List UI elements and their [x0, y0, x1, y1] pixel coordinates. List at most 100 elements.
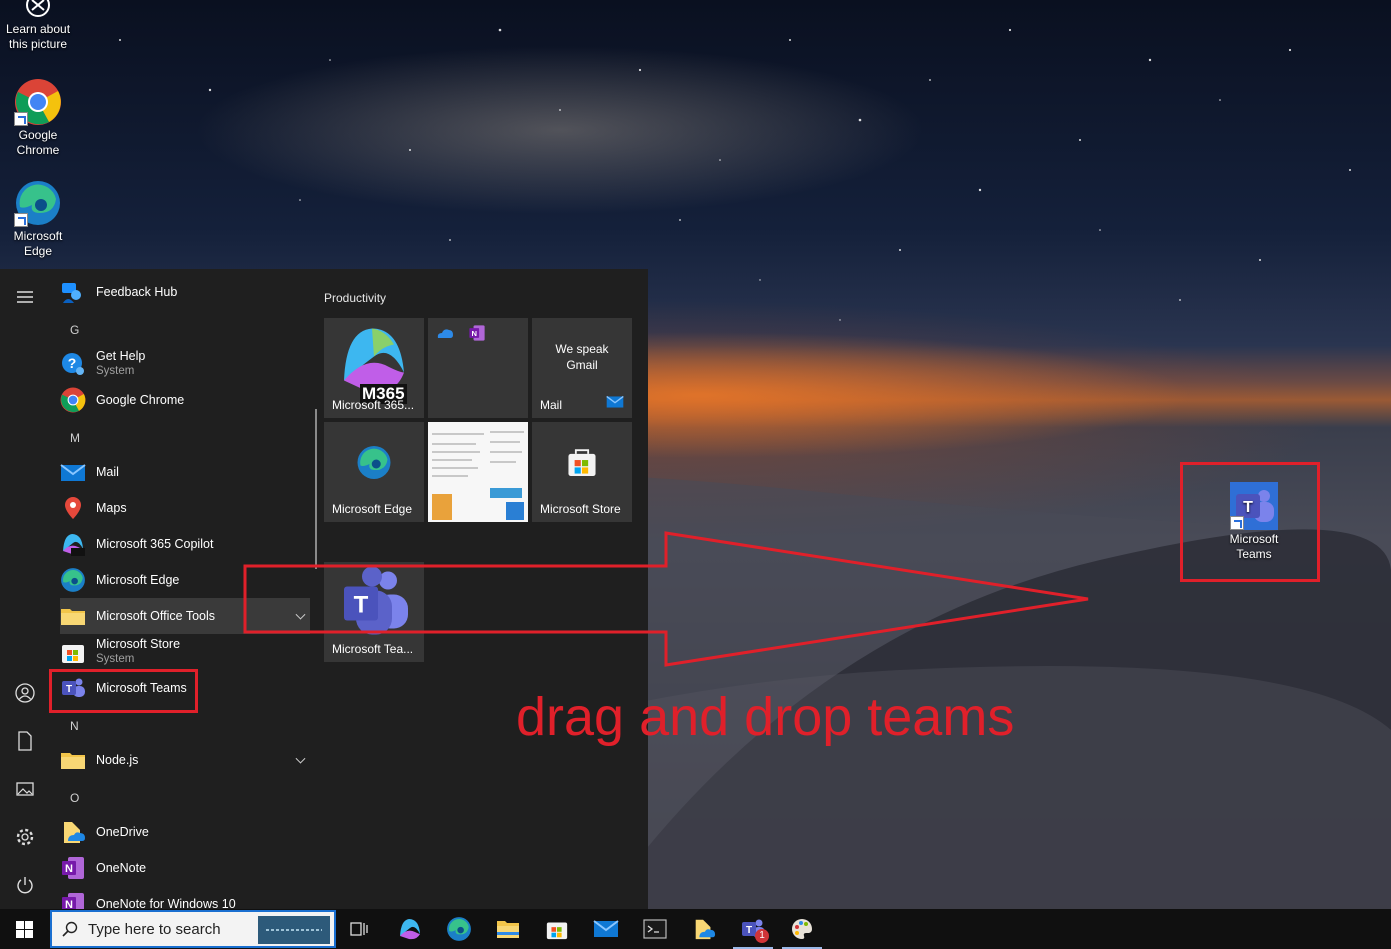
copilot-icon: [400, 919, 420, 940]
notification-badge: 1: [755, 929, 769, 943]
hamburger-menu-icon[interactable]: [13, 285, 37, 309]
maps-pin-icon: [60, 495, 86, 521]
terminal-icon: [643, 919, 667, 939]
tile-microsoft-edge[interactable]: Microsoft Edge: [324, 422, 424, 522]
taskbar-search-box[interactable]: Type here to search: [50, 910, 336, 948]
documents-icon[interactable]: [13, 729, 37, 753]
power-icon[interactable]: [13, 873, 37, 897]
tile-microsoft-teams[interactable]: T Microsoft Tea...: [324, 562, 424, 662]
app-label: Microsoft Edge: [96, 572, 180, 587]
letter-header-n[interactable]: N: [70, 719, 79, 733]
mail-tile-line2: Gmail: [566, 358, 598, 372]
start-menu-rail: [0, 269, 50, 909]
edge-icon: [60, 567, 86, 593]
app-microsoft-365-copilot[interactable]: Microsoft 365 Copilot: [60, 526, 310, 562]
annotation-box-desktop-teams: [1180, 462, 1320, 582]
tile-label: Mail: [540, 398, 563, 412]
tile-mail[interactable]: We speak Gmail Mail: [532, 318, 632, 418]
taskbar-file-explorer[interactable]: [484, 909, 532, 949]
app-label: OneDrive: [96, 824, 149, 839]
tile-group-title[interactable]: Productivity: [324, 291, 386, 305]
taskbar-copilot[interactable]: [386, 909, 434, 949]
letter-header-o[interactable]: O: [70, 791, 79, 805]
tile-label: Microsoft Edge: [332, 502, 413, 516]
taskbar-teams[interactable]: T 1: [729, 909, 777, 949]
letter-header-m[interactable]: M: [70, 431, 80, 445]
task-view-icon: [350, 922, 368, 936]
edge-icon: [14, 179, 62, 227]
mail-icon: [593, 920, 619, 937]
taskbar-edge[interactable]: [435, 909, 483, 949]
app-label: Maps: [96, 500, 127, 515]
app-label: Feedback Hub: [96, 284, 178, 299]
store-icon: [546, 922, 568, 940]
svg-text:T: T: [746, 925, 752, 936]
paint-palette-icon: [792, 919, 813, 939]
teams-icon: T: [336, 565, 412, 644]
tile-microsoft-365[interactable]: M365 Microsoft 365...: [324, 318, 424, 418]
chrome-icon: [60, 387, 86, 413]
feedback-hub-icon: [60, 279, 86, 305]
app-onenote-for-windows-10[interactable]: N OneNote for Windows 10: [60, 886, 310, 909]
onedrive-folder-icon: [695, 919, 716, 940]
chevron-down-icon[interactable]: [295, 753, 306, 764]
settings-gear-icon[interactable]: [13, 825, 37, 849]
onenote-icon: N: [60, 855, 86, 881]
app-microsoft-office-tools[interactable]: Microsoft Office Tools: [60, 598, 310, 634]
tile-onedrive-onenote-folder[interactable]: N: [428, 318, 528, 418]
photo-thumbnail-icon: [428, 422, 528, 522]
app-label: Mail: [96, 464, 119, 479]
mail-tile-line1: We speak: [555, 342, 609, 356]
desktop-icon-google-chrome[interactable]: Google Chrome: [0, 78, 76, 158]
pictures-icon[interactable]: [13, 777, 37, 801]
taskbar-file-manager[interactable]: [680, 909, 728, 949]
app-onenote[interactable]: N OneNote: [60, 850, 310, 886]
app-google-chrome[interactable]: Google Chrome: [60, 382, 310, 418]
app-label: Microsoft 365 Copilot: [96, 536, 214, 551]
desktop-icon-learn-about-picture[interactable]: Learn about this picture: [0, 0, 76, 52]
taskbar-microsoft-store[interactable]: [533, 909, 581, 949]
info-camera-icon: [14, 0, 62, 20]
user-account-icon[interactable]: [13, 681, 37, 705]
desktop-icon-microsoft-edge[interactable]: Microsoft Edge: [0, 179, 76, 259]
app-onedrive[interactable]: OneDrive: [60, 814, 310, 850]
tile-microsoft-store[interactable]: Microsoft Store: [532, 422, 632, 522]
m365-copilot-icon: [60, 531, 86, 557]
app-mail[interactable]: Mail: [60, 454, 310, 490]
onedrive-icon: [436, 326, 454, 343]
shortcut-arrow-icon: [14, 213, 28, 227]
app-feedback-hub[interactable]: Feedback Hub: [60, 274, 310, 310]
search-highlight-image: [258, 916, 330, 944]
letter-header-g[interactable]: G: [70, 323, 79, 337]
app-microsoft-edge[interactable]: Microsoft Edge: [60, 562, 310, 598]
svg-text:N: N: [65, 863, 73, 875]
start-button[interactable]: [0, 909, 48, 949]
app-label: Microsoft Store: [96, 637, 181, 651]
desktop-icon-label-line2: Edge: [23, 244, 53, 258]
edge-icon: [356, 445, 392, 484]
taskbar-paint[interactable]: [778, 909, 826, 949]
app-microsoft-store[interactable]: Microsoft Store System: [60, 634, 310, 670]
app-label: Get Help: [96, 349, 146, 363]
task-view-button[interactable]: [336, 909, 384, 949]
onenote-icon: N: [60, 891, 86, 909]
svg-text:T: T: [354, 592, 369, 619]
chevron-down-icon[interactable]: [295, 609, 306, 620]
app-list-scrollbar[interactable]: [315, 409, 317, 569]
tile-label: Microsoft Store: [540, 502, 621, 516]
app-sublabel: System: [96, 365, 135, 377]
onenote-icon: N: [468, 324, 486, 345]
app-maps[interactable]: Maps: [60, 490, 310, 526]
app-label: Node.js: [96, 752, 139, 767]
desktop-icon-label-line1: Microsoft: [13, 229, 63, 243]
svg-text:N: N: [65, 899, 73, 909]
onedrive-folder-icon: [60, 819, 86, 845]
taskbar-mail[interactable]: [582, 909, 630, 949]
taskbar-terminal[interactable]: [631, 909, 679, 949]
app-get-help[interactable]: ? Get Help System: [60, 346, 310, 382]
app-nodejs[interactable]: Node.js: [60, 742, 310, 778]
desktop-icon-label-line2: this picture: [8, 37, 68, 51]
app-label: OneNote for Windows 10: [96, 896, 236, 910]
tile-photos-preview[interactable]: [428, 422, 528, 522]
mail-icon: [606, 395, 624, 412]
